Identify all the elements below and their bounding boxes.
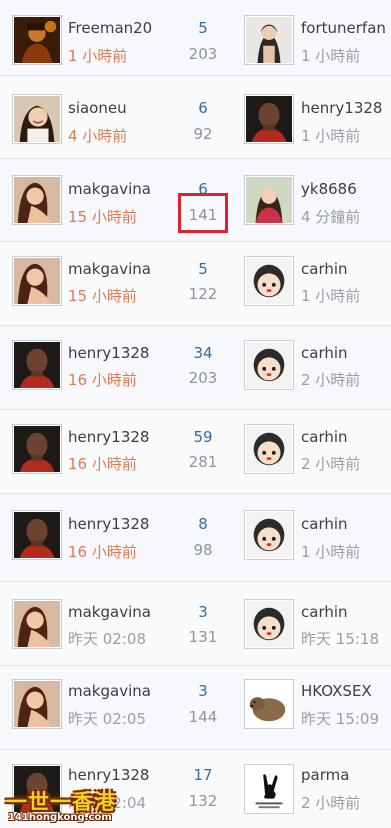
- author-name[interactable]: makgavina: [68, 180, 158, 198]
- wombat-avatar[interactable]: [244, 679, 294, 729]
- author-time: 1 小時前: [68, 47, 128, 65]
- last-post-time: 4 分鐘前: [301, 208, 361, 226]
- cartoon-avatar[interactable]: [244, 599, 294, 649]
- view-count: 132: [188, 792, 218, 810]
- last-poster-name[interactable]: fortunerfan: [301, 19, 391, 37]
- last-poster-name[interactable]: parma: [301, 766, 391, 784]
- cartoon-avatar[interactable]: [244, 340, 294, 390]
- woman-pose-avatar[interactable]: [12, 256, 62, 306]
- thread-row: henry1328 16 小時前 34 203 carhin 2 小時前: [0, 326, 391, 410]
- author-time: 16 小時前: [68, 455, 137, 473]
- woman-pose-avatar[interactable]: [12, 599, 62, 649]
- author-time: 15 小時前: [68, 208, 137, 226]
- last-post-time: 2 小時前: [301, 794, 361, 812]
- cartoon-avatar[interactable]: [244, 510, 294, 560]
- reply-count: 6: [198, 99, 208, 117]
- author-time: 15 小時前: [68, 287, 137, 305]
- last-poster-name[interactable]: carhin: [301, 344, 391, 362]
- last-post-time: 昨天 15:18: [301, 630, 379, 648]
- last-poster-name[interactable]: carhin: [301, 515, 391, 533]
- woman-red-avatar[interactable]: [244, 175, 294, 225]
- last-post-time: 1 小時前: [301, 127, 361, 145]
- reply-count: 3: [198, 603, 208, 621]
- thread-row: makgavina 昨天 02:05 3 144 HKOXSEX 昨天 15:0…: [0, 666, 391, 750]
- last-post-time: 1 小時前: [301, 543, 361, 561]
- author-name[interactable]: siaoneu: [68, 99, 158, 117]
- last-poster-name[interactable]: yk8686: [301, 180, 391, 198]
- view-count: 281: [188, 453, 218, 471]
- author-time: 昨天 02:05: [68, 710, 146, 728]
- view-count: 203: [188, 369, 218, 387]
- cartoon-avatar[interactable]: [244, 424, 294, 474]
- bunny-logo-avatar[interactable]: [244, 764, 294, 814]
- author-name[interactable]: Freeman20: [68, 19, 158, 37]
- reply-count: 5: [198, 260, 208, 278]
- thread-list: Freeman20 1 小時前 5 203 fortunerfan 1 小時前 …: [0, 0, 391, 828]
- last-poster-name[interactable]: carhin: [301, 603, 391, 621]
- fireman-avatar[interactable]: [12, 15, 62, 65]
- author-time: 4 小時前: [68, 127, 128, 145]
- reply-count: 34: [193, 344, 213, 362]
- woman-pose-avatar[interactable]: [12, 175, 62, 225]
- cartoon-avatar[interactable]: [244, 256, 294, 306]
- reply-count: 3: [198, 682, 208, 700]
- author-time: 16 小時前: [68, 543, 137, 561]
- author-name[interactable]: henry1328: [68, 344, 158, 362]
- woman-avatar[interactable]: [244, 15, 294, 65]
- reply-count: 5: [198, 19, 208, 37]
- thread-row: henry1328 16 小時前 59 281 carhin 2 小時前: [0, 410, 391, 494]
- last-post-time: 昨天 15:09: [301, 710, 379, 728]
- last-poster-name[interactable]: carhin: [301, 260, 391, 278]
- author-time: 昨天 02:08: [68, 630, 146, 648]
- reply-count: 59: [193, 428, 213, 446]
- last-post-time: 2 小時前: [301, 371, 361, 389]
- last-poster-name[interactable]: henry1328: [301, 99, 391, 117]
- thread-row: makgavina 昨天 02:08 3 131 carhin 昨天 15:18: [0, 582, 391, 666]
- last-poster-name[interactable]: HKOXSEX: [301, 682, 391, 700]
- thread-row: siaoneu 4 小時前 6 92 henry1328 1 小時前: [0, 76, 391, 159]
- thread-row: henry1328 16 小時前 8 98 carhin 1 小時前: [0, 494, 391, 582]
- last-poster-name[interactable]: carhin: [301, 428, 391, 446]
- view-count: 92: [193, 125, 213, 143]
- author-name[interactable]: makgavina: [68, 682, 158, 700]
- thread-row: Freeman20 1 小時前 5 203 fortunerfan 1 小時前: [0, 0, 391, 76]
- man-avatar[interactable]: [12, 340, 62, 390]
- author-name[interactable]: makgavina: [68, 260, 158, 278]
- last-post-time: 2 小時前: [301, 455, 361, 473]
- reply-count: 8: [198, 515, 208, 533]
- man-avatar[interactable]: [12, 424, 62, 474]
- watermark-url: 141hongkong.com: [8, 812, 112, 823]
- view-count: 131: [188, 628, 218, 646]
- author-name[interactable]: henry1328: [68, 766, 158, 784]
- thread-row: makgavina 15 小時前 5 122 carhin 1 小時前: [0, 242, 391, 326]
- last-post-time: 1 小時前: [301, 287, 361, 305]
- author-name[interactable]: henry1328: [68, 515, 158, 533]
- view-count: 203: [188, 45, 218, 63]
- man-avatar[interactable]: [12, 510, 62, 560]
- view-count: 98: [193, 541, 213, 559]
- man-avatar[interactable]: [244, 94, 294, 144]
- author-name[interactable]: makgavina: [68, 603, 158, 621]
- author-name[interactable]: henry1328: [68, 428, 158, 446]
- woman-smile-avatar[interactable]: [12, 94, 62, 144]
- last-post-time: 1 小時前: [301, 47, 361, 65]
- site-watermark: 一世一香港 141hongkong.com: [0, 786, 126, 828]
- view-count: 144: [188, 708, 218, 726]
- author-time: 16 小時前: [68, 371, 137, 389]
- view-count: 122: [188, 285, 218, 303]
- woman-pose-avatar[interactable]: [12, 679, 62, 729]
- highlight-box: [178, 193, 228, 233]
- reply-count: 17: [193, 766, 213, 784]
